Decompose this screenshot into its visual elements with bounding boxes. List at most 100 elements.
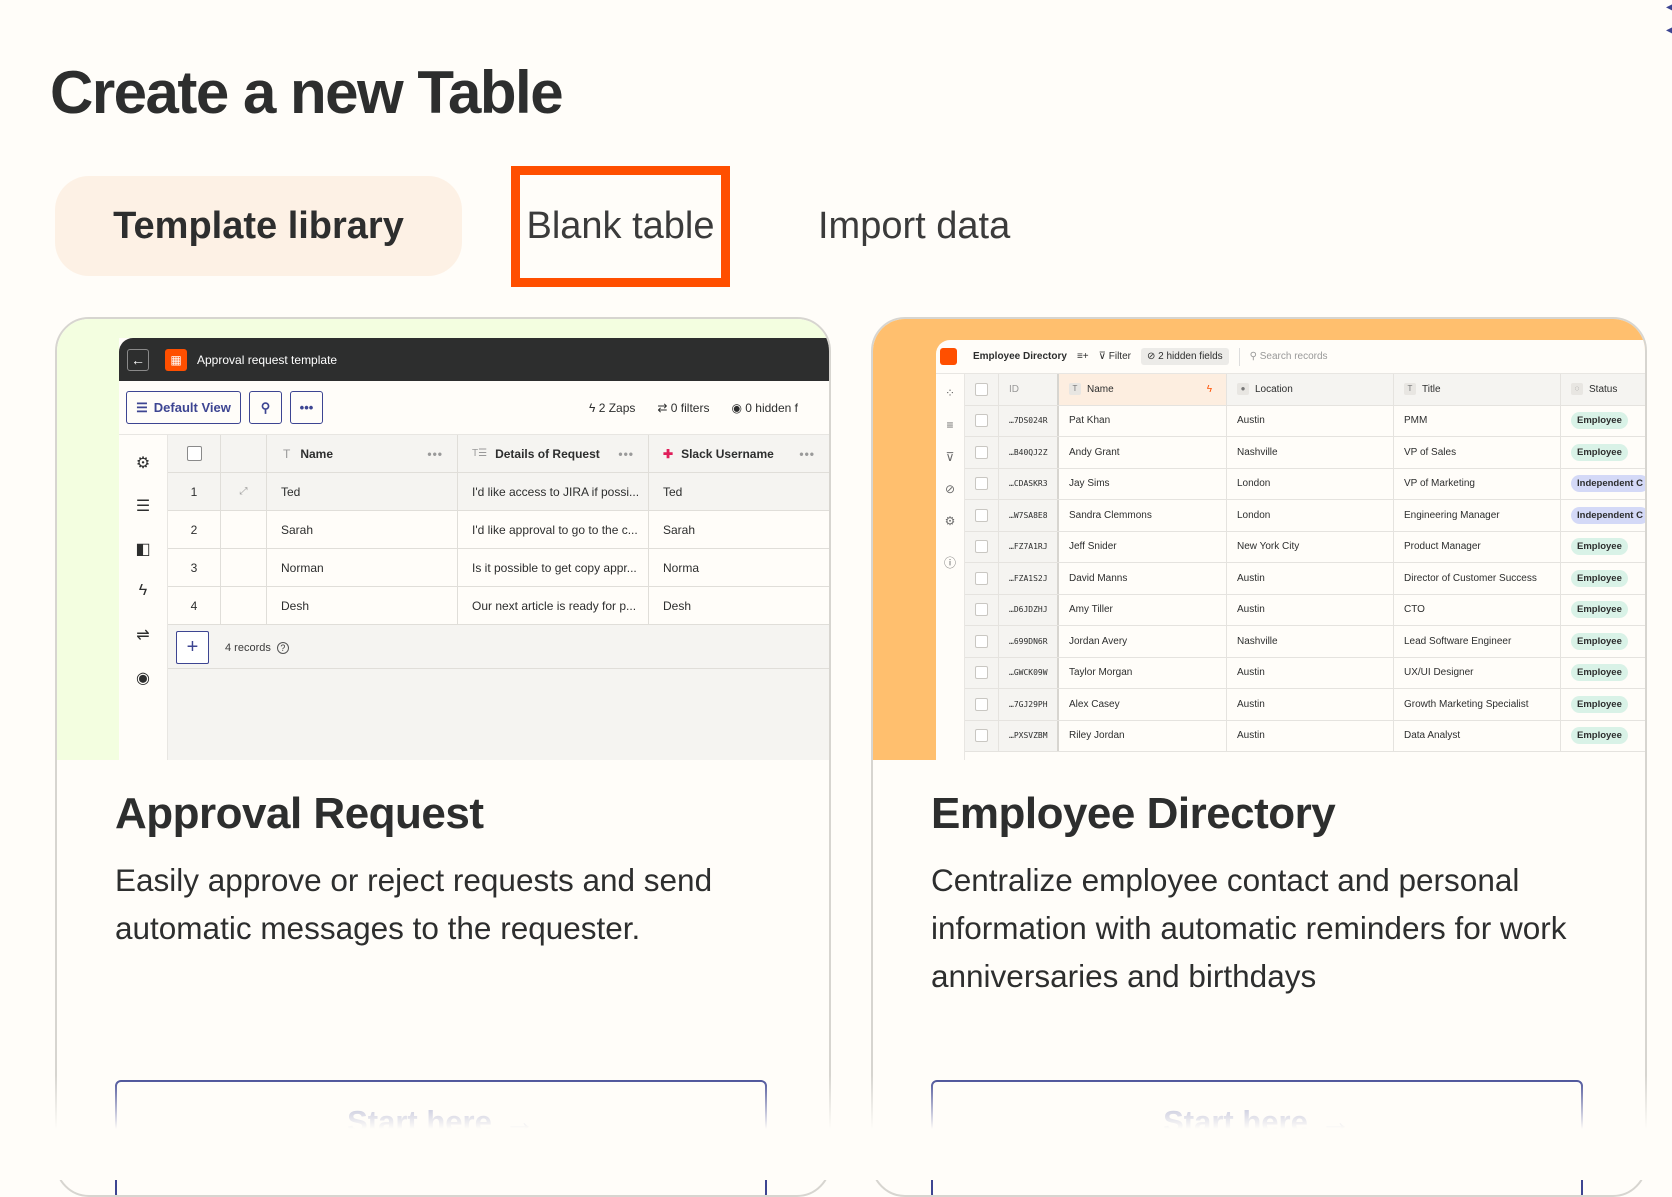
cell-name: Jay Sims [1059,468,1227,499]
cell-details: Our next article is ready for p... [458,587,649,624]
preview-table: T Name ••• T☰ Details of Request ••• ✚ Slack … [168,435,829,760]
row-number: 1 [168,473,221,510]
search-records-input: ⚲ Search records [1249,351,1328,362]
template-preview: Employee Directory ≡+ ⊽ Filter ⊘ 2 hidde… [873,319,1645,760]
table-row: …B40QJ2Z Andy Grant Nashville VP of Sales Em… [965,437,1645,469]
table-name: Employee Directory [973,351,1067,362]
filter-icon: ⊽ [945,450,955,464]
search-icon: ⚲ [260,399,271,415]
cell-location: Nashville [1227,626,1394,657]
cell-location: Austin [1227,594,1394,625]
status-badge: Employee [1571,601,1628,619]
cell-name: Ted [267,473,458,510]
cell-name: Sarah [267,511,458,548]
cell-id: …D6JDZHJ [999,594,1059,625]
eye-slash-icon: ⊘ [944,482,956,496]
cell-name: Desh [267,587,458,624]
checkbox [975,414,988,428]
cell-location: Austin [1227,689,1394,720]
checkbox [975,634,988,648]
status-badge: Employee [1571,695,1628,713]
gear-icon: ⚙ [135,455,151,472]
expand-icon [221,511,267,548]
search-button: ⚲ [249,391,282,424]
tab-blank-table[interactable]: Blank table [511,166,730,287]
cell-id: …FZA1S2J [999,563,1059,594]
status-badge: Employee [1571,412,1628,430]
cell-name: Andy Grant [1059,437,1227,468]
chevron-left-icon[interactable]: ◀ [1666,25,1672,36]
cell-title: VP of Marketing [1394,468,1561,499]
back-arrow-icon: ← [127,348,149,371]
add-field-icon: ≡+ [1076,351,1089,362]
more-button: ••• [290,391,323,424]
table-row: …GWCK09W Taylor Morgan Austin UX/UI Designe… [965,657,1645,689]
tab-import-data[interactable]: Import data [818,176,1078,276]
table-row: 2 Sarah I'd like approval to go to the c..… [168,511,829,549]
cell-name: Riley Jordan [1059,720,1227,751]
checkbox [975,571,988,585]
app-icon [940,348,957,365]
expand-icon: ⤢ [221,473,267,510]
sliders-icon: ⇌ [136,627,150,644]
hidden-fields-button: ⊘ 2 hidden fields [1140,348,1229,365]
status-badge: Employee [1571,664,1628,682]
template-preview: ← ▦ Approval request template ☰ Default … [57,319,829,760]
add-field-icon: ≡ [946,418,954,432]
cell-id: …B40QJ2Z [999,437,1059,468]
long-text-icon: T☰ [472,448,488,459]
preview-table: ID T Name ϟ ● Location T Title ◌ Status …7DS0… [965,374,1645,752]
cell-name: Taylor Morgan [1059,657,1227,688]
table-header: T Name ••• T☰ Details of Request ••• ✚ Slack … [168,435,829,473]
template-card-employee-directory[interactable]: Employee Directory ≡+ ⊽ Filter ⊘ 2 hidde… [871,317,1647,1197]
filter-icon: ⊽ [1098,351,1109,362]
cell-title: Engineering Manager [1394,500,1561,531]
cell-id: …7GJ29PH [999,689,1059,720]
location-icon: ● [1237,383,1249,396]
cell-title: Director of Customer Success [1394,563,1561,594]
checkbox [975,666,988,680]
table-row: …7GJ29PH Alex Casey Austin Growth Marketing… [965,689,1645,721]
more-icon: ••• [299,400,314,415]
cell-location: London [1227,500,1394,531]
table-row: …699DN6R Jordan Avery Nashville Lead Softwa… [965,626,1645,658]
checkbox [975,477,988,491]
template-card-approval-request[interactable]: ← ▦ Approval request template ☰ Default … [55,317,831,1197]
cell-name: Alex Casey [1059,689,1227,720]
zaps-count: ϟ 2 Zaps [589,401,636,415]
table-row: 3 Norman Is it possible to get copy appr..… [168,549,829,587]
chevron-left-icon[interactable]: ◀ [1666,2,1672,13]
bolt-icon: ϟ [138,582,148,599]
table-row: 4 Desh Our next article is ready for p... D… [168,587,829,625]
status-badge: Employee [1571,443,1628,461]
status-badge: Independent C [1571,475,1645,493]
cell-title: Growth Marketing Specialist [1394,689,1561,720]
cell-id: …CDASKR3 [999,468,1059,499]
bottom-fade-solid [0,1135,1672,1180]
text-type-icon: T [283,446,291,461]
search-icon: ⚲ [1249,351,1260,362]
cell-title: PMM [1394,405,1561,436]
view-icon: ☰ [136,399,148,415]
checkbox [975,603,988,617]
table-row: …7DS024R Pat Khan Austin PMM Employee [965,405,1645,437]
cell-name: Norman [267,549,458,586]
bolt-icon: ϟ [1206,383,1212,395]
checkbox [975,508,988,522]
cell-location: London [1227,468,1394,499]
cell-title: VP of Sales [1394,437,1561,468]
preview-window-title: Approval request template [197,352,338,367]
cell-title: UX/UI Designer [1394,657,1561,688]
cell-location: Austin [1227,405,1394,436]
preview-sidebar: ⁘ ≡ ⊽ ⊘ ⚙ ⓘ [936,374,965,760]
table-row: …FZA1S2J David Manns Austin Director of Cus… [965,563,1645,595]
table-row: …D6JDZHJ Amy Tiller Austin CTO Employee [965,594,1645,626]
checkbox [186,446,202,461]
cell-slack: Sarah [663,522,696,537]
cell-id: …7DS024R [999,405,1059,436]
table-row: 1 ⤢ Ted I'd like access to JIRA if possi...… [168,473,829,511]
status-badge: Employee [1571,538,1628,556]
table-footer: + 4 records ? [168,627,829,669]
tab-template-library[interactable]: Template library [55,176,462,276]
eye-icon: ◉ [136,670,150,687]
